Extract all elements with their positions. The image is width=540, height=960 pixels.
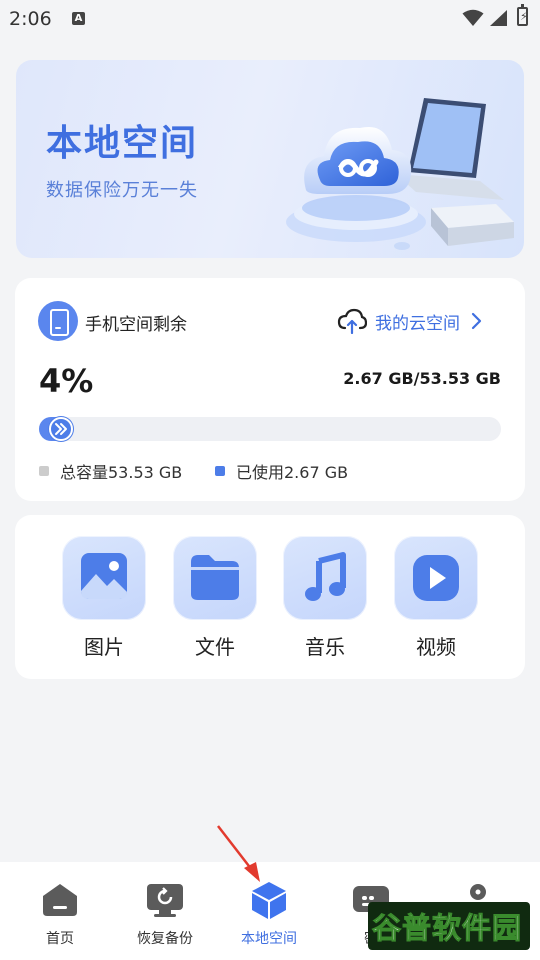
nav-home[interactable]: 首页 <box>10 880 110 948</box>
legend-used-capacity: 已使用2.67 GB <box>215 459 348 483</box>
banner-title: 本地空间 <box>46 123 199 164</box>
folder-icon <box>191 555 239 600</box>
nav-restore-backup-label: 恢复备份 <box>137 931 193 947</box>
category-videos[interactable]: 视频 <box>394 536 478 660</box>
music-note-icon <box>305 552 346 601</box>
notification-a-icon: A <box>72 12 85 25</box>
battery-icon: ⚡ <box>517 4 528 26</box>
my-cloud-space-link[interactable]: 我的云空间 <box>337 308 482 334</box>
storage-card: 手机空间剩余 我的云空间 4% 2.67 GB/53.53 GB 总容量53.5… <box>15 278 525 501</box>
storage-percent: 4% <box>39 362 94 400</box>
storage-progress-handle <box>49 417 73 441</box>
play-video-icon <box>413 555 459 601</box>
storage-progress-bar <box>39 417 501 441</box>
category-files-label: 文件 <box>195 635 235 659</box>
category-videos-tile <box>394 536 478 620</box>
restore-backup-icon <box>147 884 183 917</box>
nav-restore-backup[interactable]: 恢复备份 <box>115 880 215 948</box>
category-images-label: 图片 <box>84 635 124 659</box>
legend-total-capacity: 总容量53.53 GB <box>39 459 182 483</box>
category-images-tile <box>62 536 146 620</box>
category-music-label: 音乐 <box>305 635 345 659</box>
chevron-right-icon <box>471 312 482 330</box>
cube-icon <box>252 882 286 919</box>
legend-total-label: 总容量53.53 GB <box>60 463 183 482</box>
watermark-text: 谷普软件园 <box>371 911 523 946</box>
cloud-storage-illustration <box>286 98 514 250</box>
phone-icon <box>38 301 78 341</box>
storage-used-total: 2.67 GB/53.53 GB <box>343 369 501 388</box>
category-files-tile <box>173 536 257 620</box>
legend-total-dot <box>39 466 49 476</box>
double-chevron-right-icon <box>55 423 67 435</box>
my-cloud-space-label: 我的云空间 <box>375 313 460 334</box>
cloud-upload-icon <box>337 308 367 334</box>
image-icon <box>81 553 127 599</box>
home-icon <box>43 884 77 916</box>
watermark-logo: 谷普软件园 <box>368 902 530 950</box>
local-space-banner: 本地空间 数据保险万无一失 <box>16 60 524 258</box>
legend-used-label: 已使用2.67 GB <box>236 463 349 482</box>
nav-home-label: 首页 <box>46 931 74 947</box>
banner-subtitle: 数据保险万无一失 <box>46 180 198 201</box>
nav-local-space[interactable]: 本地空间 <box>219 880 319 948</box>
category-files[interactable]: 文件 <box>173 536 257 660</box>
nav-local-space-label: 本地空间 <box>241 931 297 947</box>
category-videos-label: 视频 <box>416 635 456 659</box>
status-bar: 2:06 A ⚡ <box>0 0 540 38</box>
category-music[interactable]: 音乐 <box>283 536 367 660</box>
legend-used-dot <box>215 466 225 476</box>
file-category-card: 图片 文件 音乐 视频 <box>15 515 525 679</box>
signal-icon <box>490 10 507 26</box>
category-music-tile <box>283 536 367 620</box>
storage-label: 手机空间剩余 <box>85 315 187 335</box>
category-images[interactable]: 图片 <box>62 536 146 660</box>
wifi-icon <box>462 9 484 26</box>
status-time: 2:06 <box>9 8 52 30</box>
